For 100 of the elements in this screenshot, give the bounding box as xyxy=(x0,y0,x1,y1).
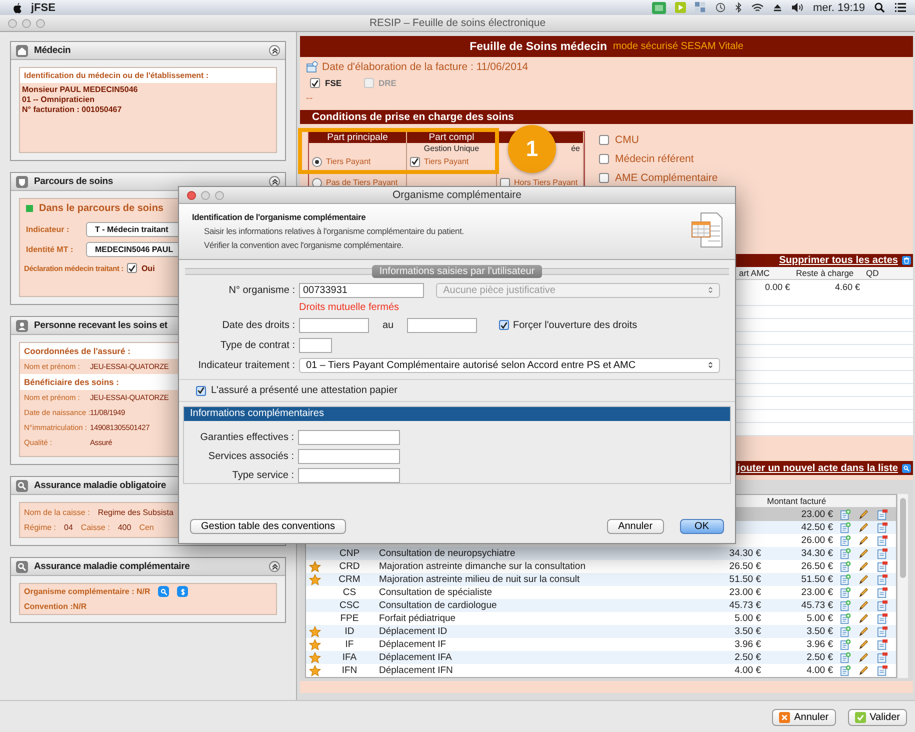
indicator-dropdown[interactable]: 01 – Tiers Payant Complémentaire autorisé selon Accord entre PS et AMC xyxy=(299,358,720,372)
checkbox[interactable] xyxy=(599,173,609,183)
document-flag-icon[interactable] xyxy=(876,665,888,676)
app-icon[interactable] xyxy=(652,2,666,14)
document-plus-icon[interactable] xyxy=(840,587,850,598)
document-flag-icon[interactable] xyxy=(876,639,888,650)
collapse-button[interactable] xyxy=(269,176,280,187)
table-row[interactable]: ID Déplacement ID 3.50 € 3.50 € xyxy=(306,625,896,638)
ok-button[interactable]: OK xyxy=(680,519,724,534)
document-flag-icon[interactable] xyxy=(876,522,888,533)
checkbox[interactable] xyxy=(127,263,138,273)
document-flag-icon[interactable] xyxy=(876,509,888,520)
document-plus-icon[interactable] xyxy=(840,652,850,663)
table-row[interactable]: 26.00 € xyxy=(306,534,896,547)
cancel-button[interactable]: Annuler xyxy=(607,519,664,534)
table-row[interactable]: IFA Déplacement IFA 2.50 € 2.50 € xyxy=(306,651,896,664)
document-flag-icon[interactable] xyxy=(876,587,888,598)
checkbox[interactable] xyxy=(599,154,609,164)
document-flag-icon[interactable] xyxy=(876,548,888,559)
trash-icon[interactable] xyxy=(902,256,911,265)
eject-icon[interactable] xyxy=(773,3,782,12)
document-flag-icon[interactable] xyxy=(876,613,888,624)
pencil-icon[interactable] xyxy=(858,574,868,585)
pencil-icon[interactable] xyxy=(858,613,868,624)
search-button[interactable] xyxy=(158,586,170,597)
text-field[interactable] xyxy=(298,468,400,483)
table-row[interactable]: CS Consultation de spécialiste 23.00 € 23.00 € xyxy=(306,586,896,599)
pencil-icon[interactable] xyxy=(858,600,868,611)
end-date-field[interactable] xyxy=(407,318,477,332)
table-row[interactable]: CSC Consultation de cardiologue 45.73 € 45.73 € xyxy=(306,599,896,612)
checkbox[interactable] xyxy=(499,320,509,330)
table-row[interactable]: CRM Majoration astreinte milieu de nuit sur la consult 51.50 € 51.50 € xyxy=(306,573,896,586)
checkbox[interactable] xyxy=(500,178,510,188)
pencil-icon[interactable] xyxy=(858,665,868,676)
table-cell-text: 2.50 € xyxy=(806,651,834,664)
document-plus-icon[interactable] xyxy=(840,626,850,637)
bluetooth-icon[interactable] xyxy=(735,2,742,13)
pencil-icon[interactable] xyxy=(858,639,868,650)
checkbox[interactable] xyxy=(196,386,206,396)
table-row[interactable]: IF Déplacement IF 3.96 € 3.96 € xyxy=(306,638,896,651)
currency-button[interactable] xyxy=(177,586,188,597)
document-flag-icon[interactable] xyxy=(876,535,888,546)
document-plus-icon[interactable] xyxy=(840,522,850,533)
wifi-icon[interactable] xyxy=(751,2,764,12)
pencil-icon[interactable] xyxy=(858,548,868,559)
document-plus-icon[interactable] xyxy=(840,639,850,650)
volume-icon[interactable] xyxy=(791,2,804,13)
table-row[interactable]: CRD Majoration astreinte dimanche sur la consultation 26.50 € 26.50 € xyxy=(306,560,896,573)
invoice-date: Date d'élaboration de la facture : 11/06/2014 xyxy=(322,61,528,73)
star-icon xyxy=(308,574,320,586)
contract-type-field[interactable] xyxy=(299,338,332,352)
document-flag-icon[interactable] xyxy=(876,574,888,585)
document-plus-icon[interactable] xyxy=(840,509,850,520)
conventions-button[interactable]: Gestion table des conventions xyxy=(190,519,346,534)
pencil-icon[interactable] xyxy=(858,587,868,598)
document-plus-icon[interactable] xyxy=(840,535,850,546)
pencil-icon[interactable] xyxy=(858,652,868,663)
pencil-icon[interactable] xyxy=(858,561,868,572)
scrollbar[interactable] xyxy=(897,494,908,678)
cancel-button[interactable]: Annuler xyxy=(772,708,836,726)
document-flag-icon[interactable] xyxy=(876,652,888,663)
text-field[interactable] xyxy=(298,430,400,445)
organisme-field[interactable]: 00733931 xyxy=(299,282,424,298)
checkbox[interactable] xyxy=(410,156,420,166)
text-field[interactable] xyxy=(298,449,400,464)
pencil-icon[interactable] xyxy=(858,626,868,637)
search-icon[interactable] xyxy=(874,2,885,13)
document-plus-icon[interactable] xyxy=(840,665,850,676)
history-icon[interactable] xyxy=(715,2,726,13)
radio-button[interactable] xyxy=(312,178,322,188)
close-button[interactable] xyxy=(187,190,196,200)
search-icon[interactable] xyxy=(902,464,911,472)
grid-icon[interactable] xyxy=(695,2,706,13)
add-act-link[interactable]: jouter un nouvel acte dans la liste xyxy=(737,462,898,474)
pencil-icon[interactable] xyxy=(858,535,868,546)
confirm-button[interactable]: Valider xyxy=(848,708,907,726)
table-row[interactable]: IFN Déplacement IFN 4.00 € 4.00 € xyxy=(306,664,896,677)
table-row[interactable]: CNP Consultation de neuropsychiatre 34.30 € 34.30 € xyxy=(306,547,896,560)
radio-button[interactable] xyxy=(312,156,322,166)
search-icon xyxy=(16,560,28,572)
document-plus-icon[interactable] xyxy=(840,613,850,624)
document-plus-icon[interactable] xyxy=(840,574,850,585)
document-flag-icon[interactable] xyxy=(876,561,888,572)
pencil-icon[interactable] xyxy=(858,509,868,520)
apple-menu-icon[interactable] xyxy=(12,2,23,14)
checkbox[interactable] xyxy=(599,135,609,145)
document-flag-icon[interactable] xyxy=(876,626,888,637)
collapse-button[interactable] xyxy=(269,45,280,56)
collapse-button[interactable] xyxy=(269,561,280,572)
document-plus-icon[interactable] xyxy=(840,600,850,611)
start-date-field[interactable] xyxy=(299,318,369,332)
group-header: Informations complémentaires xyxy=(184,407,730,421)
document-plus-icon[interactable] xyxy=(840,561,850,572)
checkbox[interactable] xyxy=(310,78,320,88)
pencil-icon[interactable] xyxy=(858,522,868,533)
menu-icon[interactable] xyxy=(894,2,907,13)
document-plus-icon[interactable] xyxy=(840,548,850,559)
delete-all-link[interactable]: Supprimer tous les actes xyxy=(779,255,898,266)
document-flag-icon[interactable] xyxy=(876,600,888,611)
table-row[interactable]: FPE Forfait pédiatrique 5.00 € 5.00 € xyxy=(306,612,896,625)
